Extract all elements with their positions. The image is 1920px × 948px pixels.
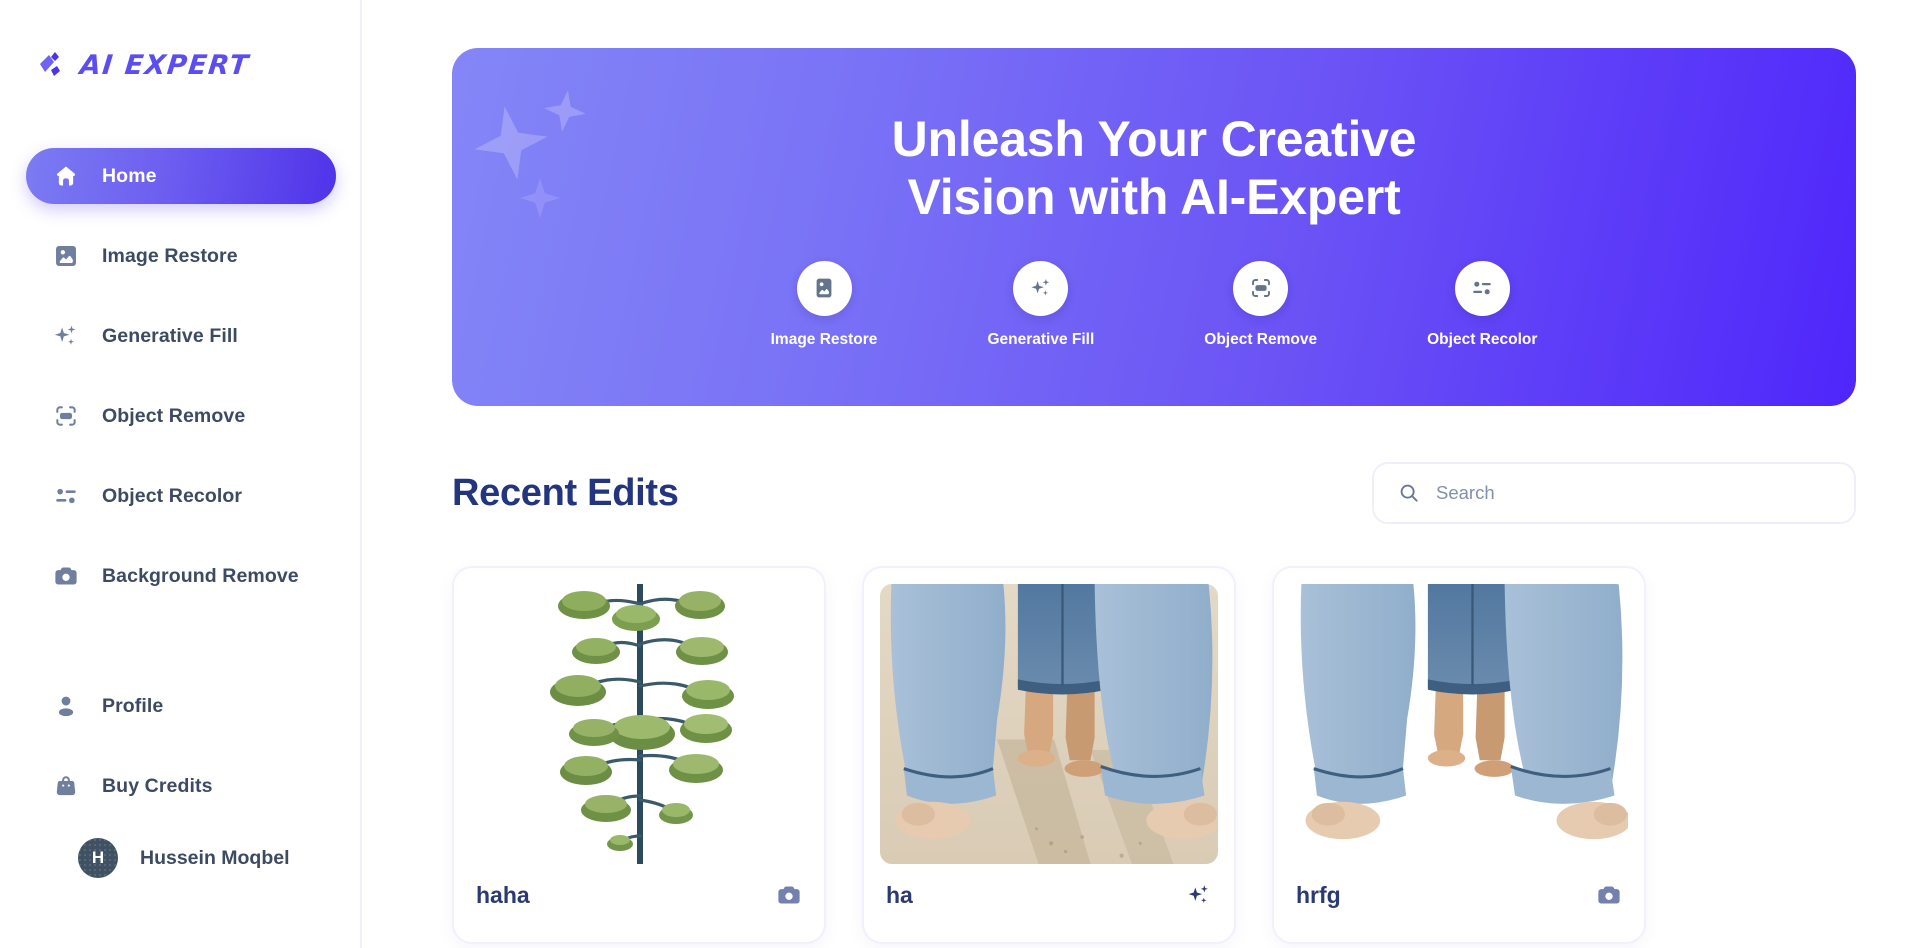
sparkles-icon xyxy=(52,322,80,350)
hero-action-label: Object Recolor xyxy=(1427,330,1538,348)
bag-icon xyxy=(52,772,80,800)
image-restore-icon xyxy=(796,260,852,316)
object-remove-icon xyxy=(1233,260,1289,316)
card-footer: ha xyxy=(880,864,1218,926)
card-thumbnail xyxy=(880,584,1218,864)
sidebar-item-background-remove[interactable]: Background Remove xyxy=(26,548,336,604)
card-thumbnail xyxy=(470,584,808,864)
avatar: H xyxy=(78,838,118,878)
hero-action-label: Generative Fill xyxy=(987,330,1095,348)
camera-icon xyxy=(776,882,802,908)
search-input[interactable] xyxy=(1436,482,1830,504)
person-icon xyxy=(52,692,80,720)
sidebar-item-label: Image Restore xyxy=(102,244,238,267)
sidebar-item-label: Background Remove xyxy=(102,564,299,587)
hero-action-object-recolor[interactable]: Object Recolor xyxy=(1427,260,1538,349)
card-footer: haha xyxy=(470,864,808,926)
hero-action-object-remove[interactable]: Object Remove xyxy=(1204,260,1318,349)
sidebar-item-label: Generative Fill xyxy=(102,324,238,347)
sparkles-icon xyxy=(1186,882,1212,908)
home-icon xyxy=(52,162,80,190)
camera-icon xyxy=(52,562,80,590)
camera-icon xyxy=(1596,882,1622,908)
sparkle-decoration-icon xyxy=(541,87,588,134)
hero-banner: Unleash Your Creative Vision with AI-Exp… xyxy=(452,48,1856,406)
page-title: Recent Edits xyxy=(452,471,679,514)
card-title: ha xyxy=(886,881,913,908)
sparkle-decoration-icon xyxy=(520,178,560,218)
sidebar-item-generative-fill[interactable]: Generative Fill xyxy=(26,308,336,364)
brand-logo[interactable]: AI EXPERT xyxy=(0,28,360,128)
hero-title: Unleash Your Creative Vision with AI-Exp… xyxy=(892,110,1417,227)
hero-action-generative-fill[interactable]: Generative Fill xyxy=(987,260,1095,349)
app-root: AI EXPERT Home Image Restore Generative … xyxy=(0,0,1920,948)
sidebar-item-label: Object Remove xyxy=(102,404,246,427)
sidebar-item-profile[interactable]: Profile xyxy=(26,678,336,734)
sidebar-item-label: Profile xyxy=(102,694,164,717)
user-name: Hussein Moqbel xyxy=(140,846,290,869)
recent-edit-card[interactable]: ha xyxy=(862,566,1236,944)
hero-title-line1: Unleash Your Creative xyxy=(891,110,1417,167)
sidebar-item-buy-credits[interactable]: Buy Credits xyxy=(26,758,336,814)
brand-name: AI EXPERT xyxy=(78,50,251,81)
card-title: hrfg xyxy=(1296,881,1341,908)
sidebar-item-object-recolor[interactable]: Object Recolor xyxy=(26,468,336,524)
object-remove-icon xyxy=(52,402,80,430)
sidebar-item-image-restore[interactable]: Image Restore xyxy=(26,228,336,284)
sparkle-decoration-icon xyxy=(468,100,554,186)
object-recolor-icon xyxy=(52,482,80,510)
card-thumbnail xyxy=(1290,584,1628,864)
sparkles-icon xyxy=(1013,260,1069,316)
object-recolor-icon xyxy=(1454,260,1510,316)
recent-edits-grid: haha ha hrfg xyxy=(452,566,1856,944)
sidebar-user[interactable]: H Hussein Moqbel xyxy=(26,838,360,878)
recent-edit-card[interactable]: haha xyxy=(452,566,826,944)
beach-legs-image xyxy=(880,584,1218,864)
hero-action-image-restore[interactable]: Image Restore xyxy=(770,260,878,349)
search-icon xyxy=(1398,482,1420,504)
sidebar-item-label: Buy Credits xyxy=(102,774,213,797)
recent-edits-header: Recent Edits xyxy=(452,462,1856,524)
search-box[interactable] xyxy=(1372,462,1856,524)
sidebar-item-label: Home xyxy=(102,164,157,187)
hero-title-line2: Vision with AI-Expert xyxy=(907,169,1401,225)
sidebar: AI EXPERT Home Image Restore Generative … xyxy=(0,0,362,948)
sidebar-item-home[interactable]: Home xyxy=(26,148,336,204)
image-restore-icon xyxy=(52,242,80,270)
recent-edit-card[interactable]: hrfg xyxy=(1272,566,1646,944)
sidebar-nav: Home Image Restore Generative Fill Objec… xyxy=(0,148,360,878)
card-title: haha xyxy=(476,881,530,908)
hero-action-label: Object Remove xyxy=(1204,330,1318,348)
sparkle-logo-icon xyxy=(38,51,72,81)
agave-flower-stalk-image xyxy=(524,584,754,864)
card-footer: hrfg xyxy=(1290,864,1628,926)
beach-legs-no-background-image xyxy=(1290,584,1628,864)
main-content: Unleash Your Creative Vision with AI-Exp… xyxy=(362,0,1920,948)
hero-action-label: Image Restore xyxy=(770,330,878,348)
hero-actions: Image Restore Generative Fill Object Rem… xyxy=(770,260,1538,349)
sidebar-divider-space xyxy=(26,628,360,678)
sidebar-item-label: Object Recolor xyxy=(102,484,243,507)
sidebar-item-object-remove[interactable]: Object Remove xyxy=(26,388,336,444)
